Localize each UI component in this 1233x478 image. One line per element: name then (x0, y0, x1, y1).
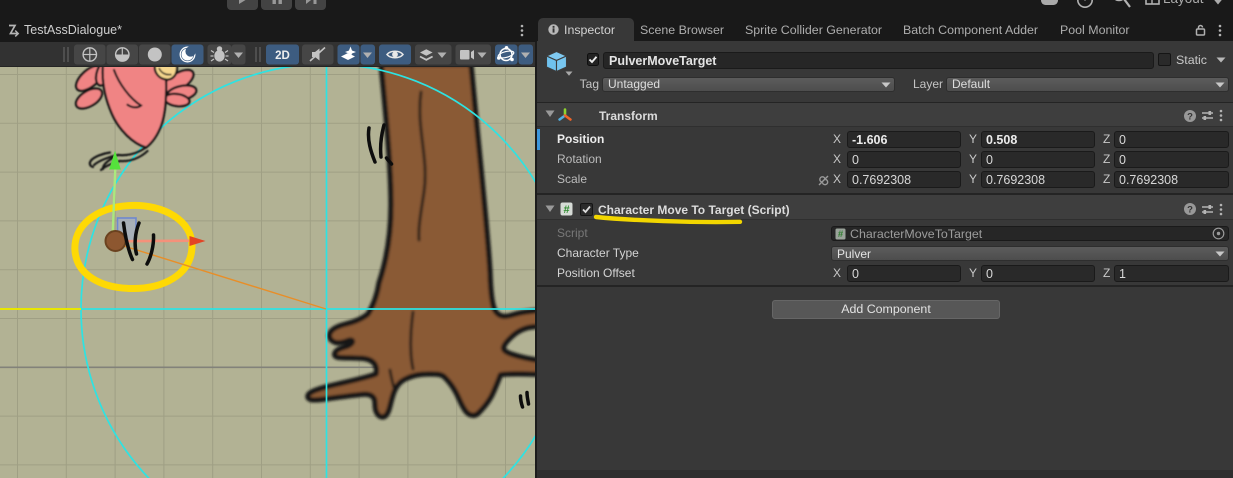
svg-text:#: # (563, 204, 569, 216)
svg-text:#: # (838, 229, 844, 240)
svg-text:2D: 2D (275, 50, 290, 62)
svg-text:?: ? (1187, 205, 1193, 216)
svg-text:?: ? (1187, 111, 1193, 122)
